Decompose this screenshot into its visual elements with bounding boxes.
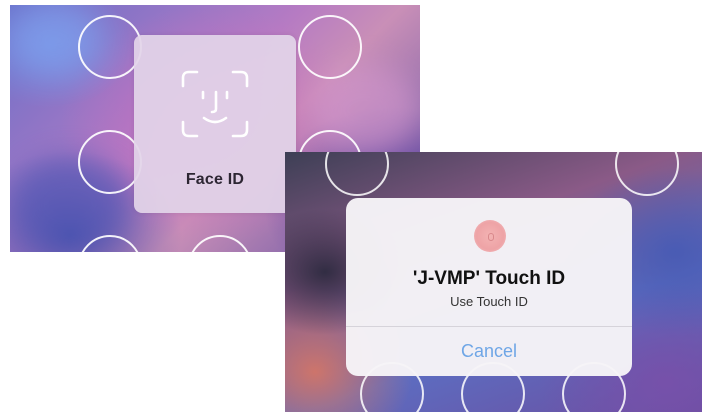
face-id-label: Face ID bbox=[185, 171, 245, 188]
keypad-key[interactable] bbox=[188, 235, 252, 252]
face-id-icon bbox=[181, 70, 249, 138]
keypad-key[interactable] bbox=[78, 15, 142, 79]
touch-id-dialog: 'J-VMP' Touch ID Use Touch ID Cancel bbox=[346, 198, 632, 376]
dialog-title: 'J-VMP' Touch ID bbox=[412, 268, 566, 289]
keypad-key[interactable] bbox=[615, 152, 679, 196]
keypad-key[interactable] bbox=[78, 130, 142, 194]
cancel-button[interactable]: Cancel bbox=[346, 327, 632, 376]
keypad-key[interactable] bbox=[325, 152, 389, 196]
dialog-subtitle: Use Touch ID bbox=[450, 294, 528, 309]
face-id-card: Face ID bbox=[134, 35, 296, 213]
fingerprint-icon bbox=[474, 220, 506, 252]
keypad-key[interactable] bbox=[298, 15, 362, 79]
touch-id-screenshot: 'J-VMP' Touch ID Use Touch ID Cancel bbox=[285, 152, 702, 412]
